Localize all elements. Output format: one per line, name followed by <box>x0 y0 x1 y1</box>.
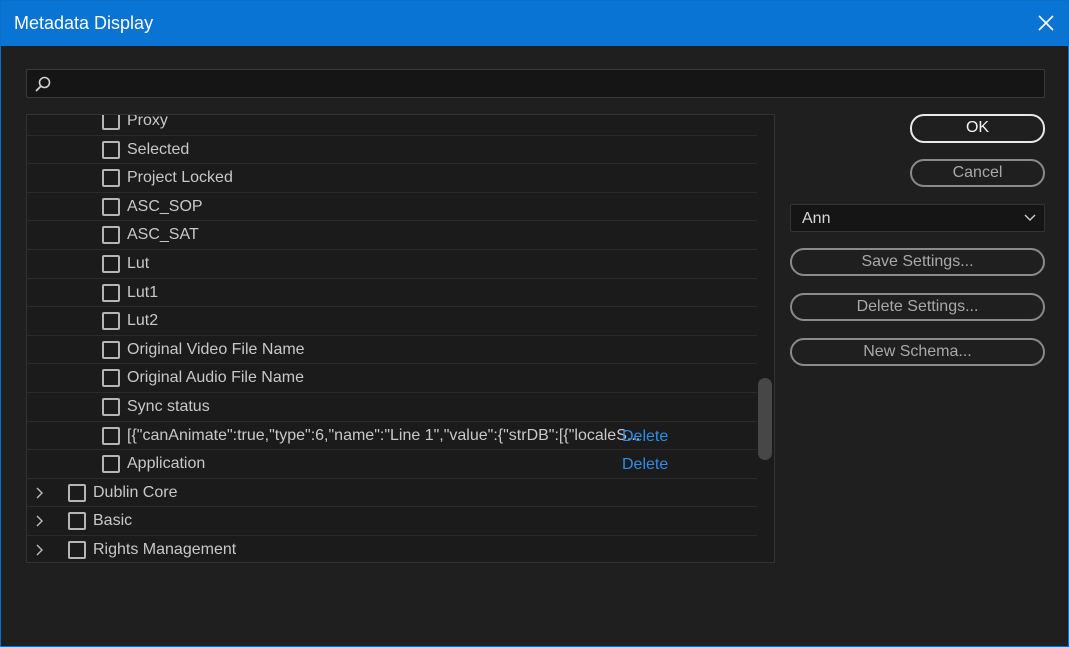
search-icon <box>35 76 51 92</box>
checkbox[interactable] <box>102 140 120 159</box>
list-item-label: Original Audio File Name <box>127 369 304 387</box>
group-row[interactable]: Rights Management <box>27 536 757 562</box>
list-item[interactable]: Lut1 <box>27 279 757 308</box>
list-item[interactable]: Selected <box>27 136 757 165</box>
group-label: Basic <box>93 512 133 530</box>
chevron-down-icon <box>1024 214 1036 221</box>
metadata-field-list[interactable]: Proxy Selected Project Locked ASC_SOP ASC_SA… <box>26 114 775 563</box>
list-item[interactable]: Sync status <box>27 393 757 422</box>
list-item-label: Proxy <box>127 114 168 129</box>
metadata-display-dialog: Metadata Display Proxy Selected Project Lo… <box>0 0 1069 647</box>
list-item-label: ASC_SOP <box>127 197 203 215</box>
checkbox[interactable] <box>102 340 120 359</box>
checkbox[interactable] <box>68 483 86 502</box>
checkbox[interactable] <box>68 512 86 531</box>
settings-select-value: Ann <box>802 210 831 227</box>
checkbox[interactable] <box>102 455 120 474</box>
list-item-label: Original Video File Name <box>127 340 305 358</box>
checkbox[interactable] <box>102 426 120 445</box>
delete-link[interactable]: Delete <box>622 456 668 474</box>
checkbox[interactable] <box>102 254 120 273</box>
list-item[interactable]: [{"canAnimate":true,"type":6,"name":"Lin… <box>27 422 757 451</box>
list-item[interactable]: Original Audio File Name <box>27 364 757 393</box>
list-item-label: Project Locked <box>127 169 233 187</box>
metadata-rows: Proxy Selected Project Locked ASC_SOP ASC_SA… <box>27 114 757 562</box>
list-item-label: Application <box>127 455 206 473</box>
checkbox[interactable] <box>102 283 120 302</box>
search-input[interactable] <box>57 73 1037 94</box>
chevron-right-icon[interactable] <box>36 544 44 556</box>
scrollbar-track[interactable] <box>758 115 774 562</box>
search-field[interactable] <box>26 69 1045 98</box>
list-item[interactable]: ASC_SAT <box>27 221 757 250</box>
close-icon <box>1038 15 1054 31</box>
group-row[interactable]: Dublin Core <box>27 479 757 508</box>
list-item-label: Selected <box>127 140 190 158</box>
list-item-label: Lut1 <box>127 283 159 301</box>
delete-link[interactable]: Delete <box>622 428 668 446</box>
settings-select[interactable]: Ann <box>790 204 1045 232</box>
checkbox[interactable] <box>102 169 120 188</box>
checkbox[interactable] <box>102 312 120 331</box>
group-row[interactable]: Basic <box>27 507 757 536</box>
list-item-label: ASC_SAT <box>127 226 199 244</box>
list-item[interactable]: Lut2 <box>27 307 757 336</box>
list-item-label: Sync status <box>127 397 210 415</box>
chevron-right-icon[interactable] <box>36 487 44 499</box>
list-item-label: Lut2 <box>127 312 159 330</box>
scrollbar-thumb[interactable] <box>758 378 772 460</box>
save-settings-button[interactable]: Save Settings... <box>790 248 1045 276</box>
ok-button[interactable]: OK <box>910 114 1045 143</box>
chevron-right-icon[interactable] <box>36 515 44 527</box>
list-item-label: Lut <box>127 254 150 272</box>
list-item[interactable]: Lut <box>27 250 757 279</box>
checkbox[interactable] <box>102 397 120 416</box>
group-label: Rights Management <box>93 540 237 558</box>
checkbox[interactable] <box>68 540 86 559</box>
title-bar: Metadata Display <box>1 1 1068 46</box>
checkbox[interactable] <box>102 369 120 388</box>
checkbox[interactable] <box>102 115 120 130</box>
list-item[interactable]: Application Delete <box>27 450 757 479</box>
list-item[interactable]: Project Locked <box>27 164 757 193</box>
checkbox[interactable] <box>102 197 120 216</box>
checkbox[interactable] <box>102 226 120 245</box>
delete-settings-button[interactable]: Delete Settings... <box>790 293 1045 321</box>
list-item-label: [{"canAnimate":true,"type":6,"name":"Lin… <box>127 426 641 444</box>
list-item[interactable]: ASC_SOP <box>27 193 757 222</box>
list-item[interactable]: Proxy <box>27 114 757 136</box>
list-item[interactable]: Original Video File Name <box>27 336 757 365</box>
group-label: Dublin Core <box>93 483 178 501</box>
cancel-button[interactable]: Cancel <box>910 159 1045 187</box>
close-button[interactable] <box>1022 1 1068 46</box>
new-schema-button[interactable]: New Schema... <box>790 338 1045 366</box>
window-title: Metadata Display <box>14 13 154 33</box>
